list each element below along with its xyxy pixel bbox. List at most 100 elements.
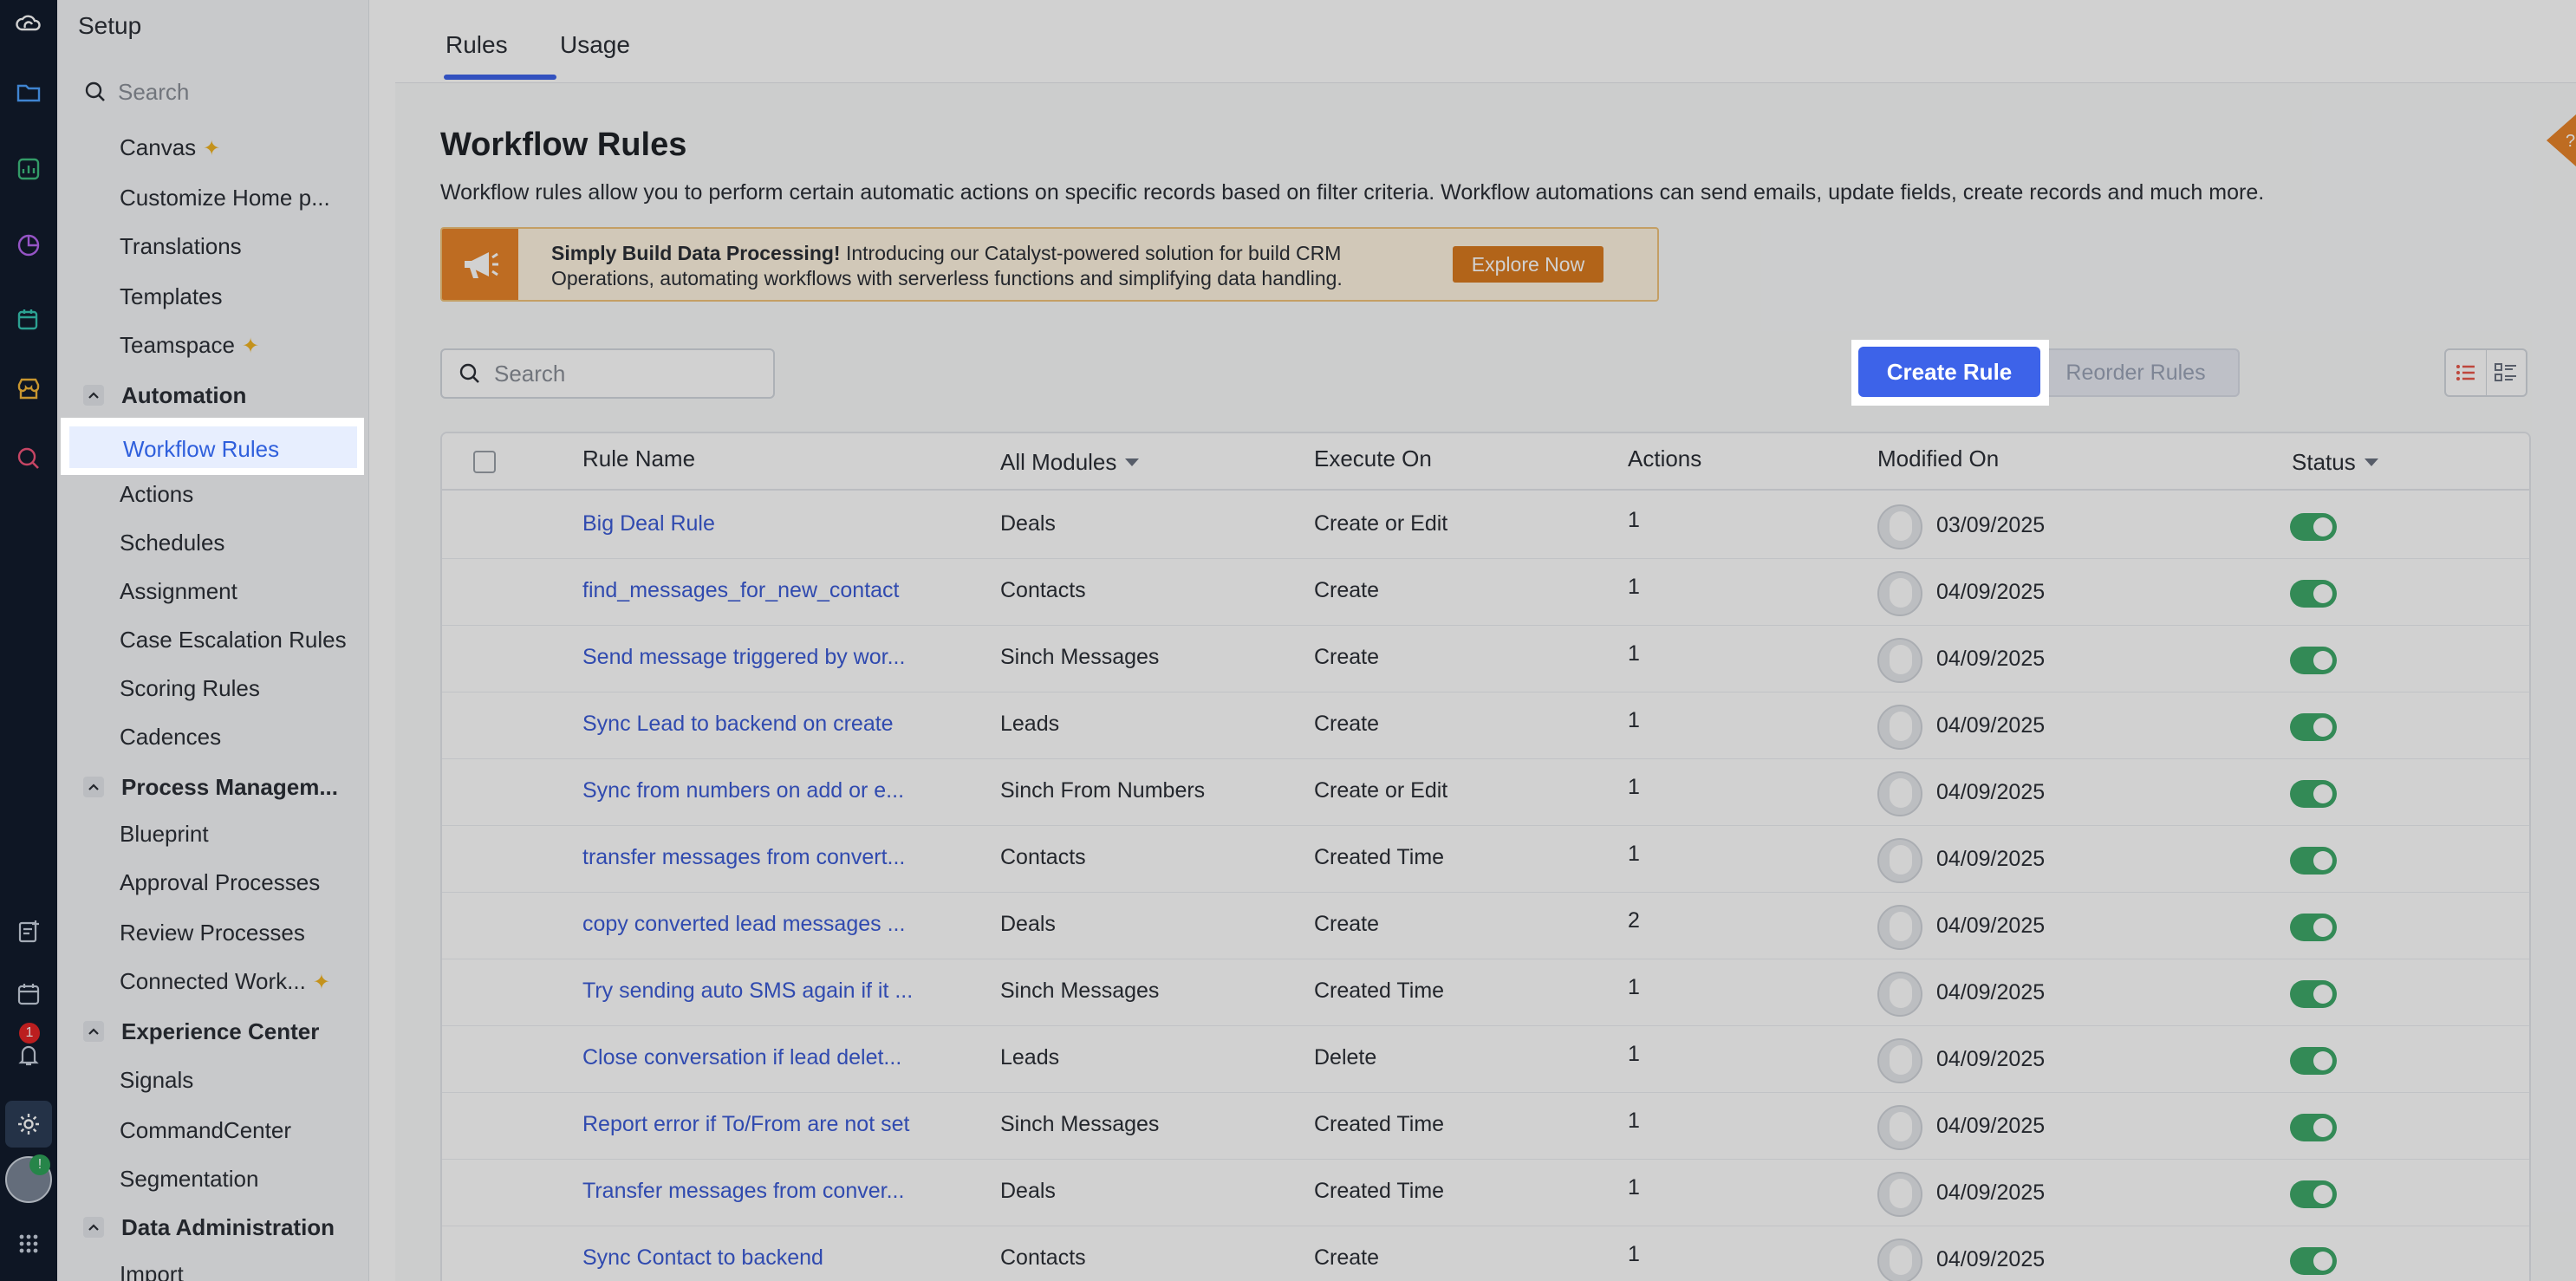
- sidebar-item-cadences[interactable]: Cadences: [120, 719, 221, 754]
- table-row[interactable]: Send message triggered by wor... Sinch Me…: [442, 626, 2529, 693]
- table-row[interactable]: Close conversation if lead delet... Leads…: [442, 1026, 2529, 1093]
- status-toggle[interactable]: [2290, 914, 2337, 941]
- folder-icon[interactable]: [10, 75, 47, 111]
- sidebar-item-actions[interactable]: Actions: [120, 477, 193, 511]
- actions-count-cell: 1: [1628, 1109, 1640, 1133]
- zoho-cloud-logo-icon[interactable]: [10, 7, 47, 43]
- notes-add-icon[interactable]: [10, 914, 47, 950]
- status-toggle[interactable]: [2290, 1047, 2337, 1075]
- status-toggle[interactable]: [2290, 1247, 2337, 1275]
- table-row[interactable]: Try sending auto SMS again if it ... Sinc…: [442, 959, 2529, 1026]
- tab-rules[interactable]: Rules: [446, 31, 508, 59]
- sidebar-item-workflow-rules[interactable]: Workflow Rules: [61, 418, 364, 475]
- marketplace-icon[interactable]: [10, 371, 47, 407]
- column-modified-on[interactable]: Modified On: [1877, 445, 1999, 472]
- column-actions[interactable]: Actions: [1628, 445, 1701, 472]
- table-row[interactable]: find_messages_for_new_contact Contacts Cre…: [442, 559, 2529, 626]
- view-toggle: [2444, 348, 2527, 397]
- sidebar-section-process-management[interactable]: Process Managem...: [83, 770, 338, 804]
- search-analytics-icon[interactable]: [10, 440, 47, 477]
- table-row[interactable]: Transfer messages from conver... Deals Cre…: [442, 1160, 2529, 1226]
- rule-name-link[interactable]: Close conversation if lead delet...: [582, 1045, 901, 1070]
- sidebar-item-translations[interactable]: Translations: [120, 229, 242, 263]
- sidebar-item-blueprint[interactable]: Blueprint: [120, 816, 209, 851]
- sidebar-item-assignment[interactable]: Assignment: [120, 574, 237, 608]
- detailed-list-view-icon[interactable]: [2487, 350, 2527, 395]
- table-row[interactable]: Sync Contact to backend Contacts Create 1 04…: [442, 1226, 2529, 1281]
- sidebar-item-case-escalation-rules[interactable]: Case Escalation Rules: [120, 622, 347, 657]
- modified-by-avatar: [1877, 504, 1922, 549]
- sidebar-item-teamspace[interactable]: Teamspace ✦: [120, 328, 259, 362]
- tab-usage[interactable]: Usage: [560, 31, 630, 59]
- help-tab-icon[interactable]: ?: [2536, 111, 2576, 170]
- module-cell: Leads: [1000, 1045, 1060, 1070]
- sparkle-icon: ✦: [203, 137, 221, 160]
- pie-chart-icon[interactable]: [10, 227, 47, 263]
- rule-name-link[interactable]: Big Deal Rule: [582, 511, 715, 536]
- actions-count-cell: 1: [1628, 575, 1640, 599]
- sidebar-item-canvas[interactable]: Canvas ✦: [120, 130, 220, 165]
- status-toggle[interactable]: [2290, 647, 2337, 674]
- execute-on-cell: Created Time: [1314, 845, 1445, 869]
- table-row[interactable]: Report error if To/From are not set Sinch…: [442, 1093, 2529, 1160]
- analytics-icon[interactable]: [10, 151, 47, 187]
- status-toggle[interactable]: [2290, 713, 2337, 741]
- modified-by-avatar: [1877, 705, 1922, 750]
- sidebar-item-connected-workflows[interactable]: Connected Work... ✦: [120, 964, 330, 998]
- settings-gear-icon[interactable]: [5, 1101, 52, 1148]
- sidebar-item-commandcenter[interactable]: CommandCenter: [120, 1113, 291, 1148]
- column-module-filter[interactable]: All Modules: [1000, 449, 1140, 476]
- status-toggle[interactable]: [2290, 1180, 2337, 1208]
- column-execute-on[interactable]: Execute On: [1314, 445, 1432, 472]
- explore-now-button[interactable]: Explore Now: [1453, 246, 1603, 283]
- status-toggle[interactable]: [2290, 580, 2337, 608]
- modified-by-avatar: [1877, 771, 1922, 816]
- table-row[interactable]: copy converted lead messages ... Deals Cre…: [442, 893, 2529, 959]
- actions-count-cell: 1: [1628, 708, 1640, 732]
- rule-name-link[interactable]: Report error if To/From are not set: [582, 1112, 909, 1137]
- calendar-icon[interactable]: [10, 976, 47, 1012]
- sidebar-item-import[interactable]: Import: [120, 1257, 184, 1281]
- rule-name-link[interactable]: Transfer messages from conver...: [582, 1179, 904, 1204]
- reorder-rules-button[interactable]: Reorder Rules: [2032, 348, 2240, 397]
- sidebar-search-input[interactable]: Search: [83, 76, 189, 107]
- sidebar-section-experience-center[interactable]: Experience Center: [83, 1014, 319, 1049]
- status-toggle[interactable]: [2290, 1114, 2337, 1141]
- rule-name-link[interactable]: Sync Contact to backend: [582, 1245, 823, 1271]
- create-rule-button[interactable]: Create Rule: [1858, 347, 2040, 397]
- column-rule-name[interactable]: Rule Name: [582, 445, 695, 472]
- rule-name-link[interactable]: Sync from numbers on add or e...: [582, 778, 904, 803]
- status-toggle[interactable]: [2290, 513, 2337, 541]
- sidebar-item-scoring-rules[interactable]: Scoring Rules: [120, 671, 260, 706]
- rule-name-link[interactable]: Sync Lead to backend on create: [582, 712, 894, 737]
- select-all-checkbox[interactable]: [473, 451, 496, 473]
- table-row[interactable]: transfer messages from convert... Contact…: [442, 826, 2529, 893]
- status-toggle[interactable]: [2290, 980, 2337, 1008]
- sidebar-item-segmentation[interactable]: Segmentation: [120, 1161, 258, 1196]
- rule-name-link[interactable]: copy converted lead messages ...: [582, 912, 905, 937]
- sidebar-item-customize-home[interactable]: Customize Home p...: [120, 180, 330, 215]
- rule-name-link[interactable]: Try sending auto SMS again if it ...: [582, 979, 913, 1004]
- rule-name-link[interactable]: find_messages_for_new_contact: [582, 578, 900, 603]
- rule-name-link[interactable]: Send message triggered by wor...: [582, 645, 905, 670]
- sidebar-section-data-administration[interactable]: Data Administration: [83, 1210, 335, 1245]
- sidebar-item-templates[interactable]: Templates: [120, 279, 223, 314]
- sidebar-section-automation[interactable]: Automation: [83, 378, 246, 413]
- status-toggle[interactable]: [2290, 780, 2337, 808]
- sidebar-item-schedules[interactable]: Schedules: [120, 525, 224, 560]
- column-status[interactable]: Status: [2292, 449, 2378, 476]
- table-row[interactable]: Big Deal Rule Deals Create or Edit 1 03/09/2…: [442, 492, 2529, 559]
- rule-name-link[interactable]: transfer messages from convert...: [582, 845, 905, 870]
- rules-search-input[interactable]: Search: [440, 348, 775, 399]
- table-row[interactable]: Sync Lead to backend on create Leads Creat…: [442, 693, 2529, 759]
- actions-count-cell: 1: [1628, 508, 1640, 532]
- sidebar-item-signals[interactable]: Signals: [120, 1063, 193, 1097]
- status-toggle[interactable]: [2290, 847, 2337, 875]
- list-view-icon[interactable]: [2446, 350, 2487, 395]
- calendar-edit-icon[interactable]: [10, 302, 47, 338]
- sidebar-item-approval-processes[interactable]: Approval Processes: [120, 865, 320, 900]
- execute-on-cell: Created Time: [1314, 1179, 1445, 1203]
- table-row[interactable]: Sync from numbers on add or e... Sinch Fr…: [442, 759, 2529, 826]
- sidebar-item-review-processes[interactable]: Review Processes: [120, 915, 305, 950]
- apps-grid-icon[interactable]: [10, 1226, 47, 1262]
